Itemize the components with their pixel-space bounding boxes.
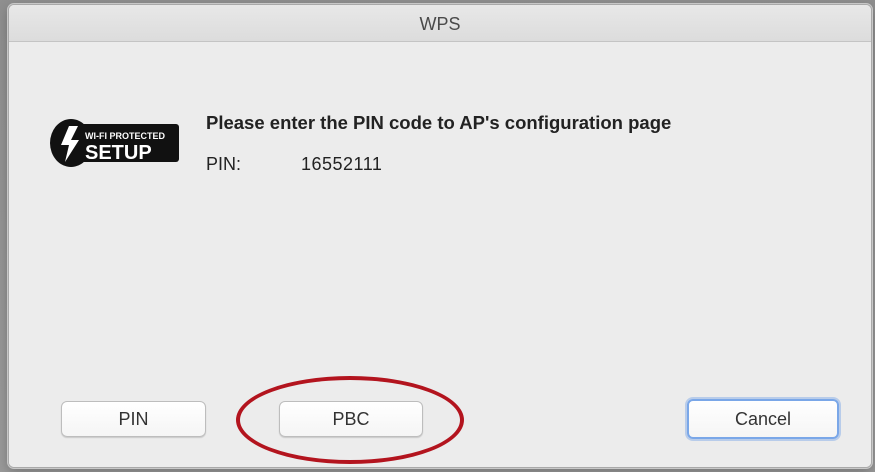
pin-value: 16552111 <box>301 154 383 174</box>
logo-line-2: SETUP <box>85 142 152 164</box>
screen: WPS WI-FI PROTECTED SETUP Please enter t… <box>0 0 875 472</box>
title-bar[interactable]: WPS <box>9 5 871 42</box>
pin-label: PIN: <box>206 154 242 174</box>
wps-logo-icon: WI-FI PROTECTED SETUP <box>50 119 179 167</box>
pbc-button[interactable]: PBC <box>279 401 423 437</box>
instruction-text: Please enter the PIN code to AP's config… <box>206 112 672 133</box>
cancel-button[interactable]: Cancel <box>687 399 839 439</box>
logo-line-1: WI-FI PROTECTED <box>85 131 165 141</box>
dialog-content: WI-FI PROTECTED SETUP Please enter the P… <box>9 42 871 467</box>
dialog-title: WPS <box>419 14 461 34</box>
pin-button[interactable]: PIN <box>61 401 206 437</box>
wps-dialog: WPS WI-FI PROTECTED SETUP Please enter t… <box>8 4 872 468</box>
